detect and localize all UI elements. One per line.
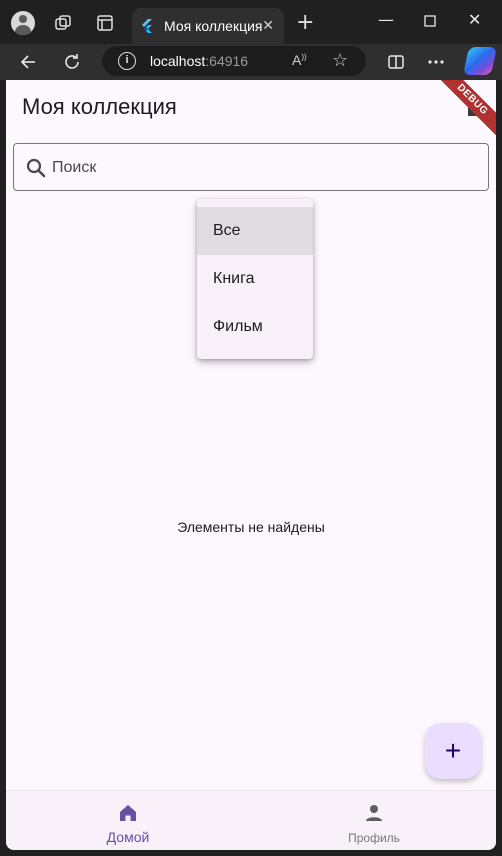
bottom-navigation: Домой Профиль	[6, 790, 496, 850]
nav-item-home-label: Домой	[106, 829, 150, 845]
close-icon[interactable]: ✕	[262, 19, 274, 33]
app-viewport: Моя коллекция DEBUG Все Книга Фильм Элем…	[6, 80, 496, 850]
profile-icon[interactable]	[10, 10, 36, 36]
minimize-icon[interactable]: —	[378, 12, 394, 28]
favorite-star-icon[interactable]: ☆	[332, 50, 348, 71]
tab-actions-icon[interactable]	[92, 10, 118, 36]
empty-state-message: Элементы не найдены	[177, 519, 325, 535]
page-title: Моя коллекция	[22, 94, 177, 119]
add-icon: +	[444, 735, 462, 766]
read-aloud-icon[interactable]: A))	[292, 52, 307, 68]
tab-title: Моя коллекция	[164, 18, 263, 34]
menu-item-book[interactable]: Книга	[197, 255, 313, 303]
home-icon	[120, 805, 136, 821]
workspaces-icon[interactable]	[50, 10, 76, 36]
browser-tab-strip: Моя коллекция ✕ + — ✕	[0, 0, 502, 44]
browser-tab[interactable]: Моя коллекция ✕	[132, 8, 284, 44]
search-input[interactable]	[52, 156, 472, 180]
nav-item-profile-label: Профиль	[348, 831, 400, 845]
search-icon	[26, 158, 46, 178]
nav-item-home[interactable]: Домой	[68, 801, 188, 845]
add-item-button[interactable]: +	[425, 723, 481, 779]
window-close-icon[interactable]: ✕	[468, 12, 481, 28]
more-icon[interactable]	[424, 50, 448, 74]
debug-banner: DEBUG	[430, 80, 496, 142]
back-icon[interactable]	[16, 50, 40, 74]
browser-toolbar: i localhost:64916 A)) ☆	[0, 44, 502, 80]
maximize-icon[interactable]	[424, 14, 436, 30]
menu-item-all[interactable]: Все	[197, 207, 313, 255]
nav-item-profile[interactable]: Профиль	[314, 801, 434, 845]
address-bar[interactable]: i localhost:64916 A)) ☆	[102, 46, 366, 76]
copilot-icon[interactable]	[463, 47, 497, 75]
type-filter-menu: Все Книга Фильм	[197, 199, 313, 359]
refresh-icon[interactable]	[60, 50, 84, 74]
menu-item-film[interactable]: Фильм	[197, 303, 313, 351]
site-info-icon[interactable]: i	[118, 52, 136, 70]
new-tab-icon[interactable]: +	[296, 12, 314, 34]
search-field[interactable]	[13, 143, 489, 191]
url-text: localhost:64916	[150, 53, 249, 69]
flutter-favicon	[142, 19, 152, 33]
split-screen-icon[interactable]	[384, 50, 408, 74]
person-icon	[366, 805, 382, 821]
